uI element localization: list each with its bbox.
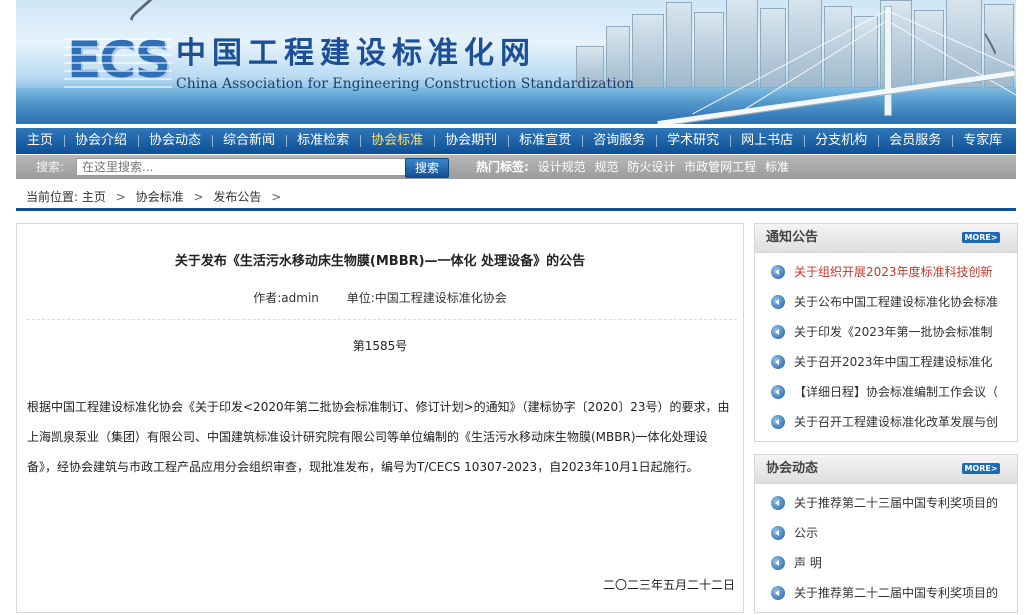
notice-item-text: 关于印发《2023年第一批协会标准制	[794, 325, 993, 339]
city-building	[788, 0, 822, 88]
article-meta: 作者:admin 单位:中国工程建设标准化协会	[17, 289, 743, 306]
notice-item[interactable]: 关于召开工程建设标准化改革发展与创	[755, 407, 1017, 437]
article-panel: 关于发布《生活污水移动床生物膜(MBBR)—一体化 处理设备》的公告 作者:ad…	[16, 223, 744, 613]
arrow-bullet-icon	[771, 355, 785, 369]
nav-item-standard-promotion[interactable]: 标准宣贯	[508, 128, 582, 154]
notice-item-text: 关于组织开展2023年度标准科技创新	[794, 265, 993, 279]
notice-item[interactable]: 关于召开2023年中国工程建设标准化	[755, 347, 1017, 377]
hot-tags-label: 热门标签:	[476, 160, 529, 174]
arrow-bullet-icon	[771, 526, 785, 540]
nav-item-member-services[interactable]: 会员服务	[878, 128, 952, 154]
nav-item-consulting[interactable]: 咨询服务	[582, 128, 656, 154]
news-item-text: 声 明	[794, 556, 822, 570]
ecs-logo: ECS	[60, 22, 176, 98]
nav-item-general-news[interactable]: 综合新闻	[212, 128, 286, 154]
arrow-bullet-icon	[771, 556, 785, 570]
search-bar: 搜索: 搜索 热门标签: 设计规范 规范 防火设计 市政管网工程 标准	[16, 155, 1016, 179]
hot-tag[interactable]: 市政管网工程	[684, 160, 756, 174]
hot-tag[interactable]: 设计规范	[538, 160, 586, 174]
article-author: 作者:admin	[253, 291, 319, 305]
city-building	[726, 0, 758, 88]
search-label: 搜索:	[36, 160, 65, 174]
news-item[interactable]: 声 明	[755, 548, 1017, 578]
notice-item-text: 【详细日程】协会标准编制工作会议（	[794, 385, 999, 399]
article-divider	[27, 319, 737, 320]
nav-item-assoc-standards[interactable]: 协会标准	[360, 128, 434, 154]
notice-item[interactable]: 关于公布中国工程建设标准化协会标准	[755, 287, 1017, 317]
notices-panel: 通知公告 MORE> 关于组织开展2023年度标准科技创新 关于公布中国工程建设…	[754, 223, 1018, 442]
nav-item-standard-search[interactable]: 标准检索	[286, 128, 360, 154]
news-item-text: 关于推荐第二十三届中国专利奖项目的	[794, 496, 999, 510]
site-name-en: China Association for Engineering Constr…	[176, 76, 635, 92]
news-item-text: 公示	[794, 526, 819, 540]
nav-item-experts[interactable]: 专家库	[952, 128, 1013, 154]
site-name-cn: 中国工程建设标准化网	[176, 36, 536, 71]
news-more-button[interactable]: MORE>	[962, 463, 1000, 474]
notice-item-text: 关于召开工程建设标准化改革发展与创	[794, 415, 999, 429]
breadcrumb-separator: >	[193, 190, 204, 204]
breadcrumb-separator: >	[115, 190, 126, 204]
notices-list: 关于组织开展2023年度标准科技创新 关于公布中国工程建设标准化协会标准 关于印…	[755, 253, 1017, 441]
news-item[interactable]: 关于推荐第二十三届中国专利奖项目的	[755, 488, 1017, 518]
breadcrumb-prefix: 当前位置:	[26, 190, 79, 204]
nav-item-research[interactable]: 学术研究	[656, 128, 730, 154]
hot-tag[interactable]: 标准	[765, 160, 789, 174]
main-nav: 主页 协会介绍 协会动态 综合新闻 标准检索 协会标准 协会期刊 标准宣贯 咨询…	[16, 128, 1016, 154]
notices-header: 通知公告 MORE>	[755, 224, 1017, 253]
breadcrumb-item-standards[interactable]: 协会标准	[136, 190, 184, 204]
bird-icon: 〵	[980, 34, 1003, 59]
search-input[interactable]	[76, 158, 408, 176]
breadcrumb: 当前位置: 主页 > 协会标准 > 发布公告 >	[26, 188, 287, 205]
arrow-bullet-icon	[771, 295, 785, 309]
news-list: 关于推荐第二十三届中国专利奖项目的 公示 声 明 关于推荐第二十二届中国专利奖项…	[755, 484, 1017, 608]
nav-item-home[interactable]: 主页	[16, 128, 64, 154]
arrow-bullet-icon	[771, 265, 785, 279]
arrow-bullet-icon	[771, 385, 785, 399]
news-item[interactable]: 公示	[755, 518, 1017, 548]
arrow-bullet-icon	[771, 415, 785, 429]
city-building	[694, 12, 724, 88]
city-building	[666, 2, 692, 88]
article-body: 根据中国工程建设标准化协会《关于印发<2020年第二批协会标准制订、修订计划>的…	[27, 400, 730, 474]
arrow-bullet-icon	[771, 496, 785, 510]
nav-item-journals[interactable]: 协会期刊	[434, 128, 508, 154]
news-title: 协会动态	[766, 461, 819, 476]
nav-item-assoc-news[interactable]: 协会动态	[138, 128, 212, 154]
hot-tag[interactable]: 防火设计	[627, 160, 675, 174]
arrow-bullet-icon	[771, 325, 785, 339]
breadcrumb-item-home[interactable]: 主页	[82, 190, 106, 204]
nav-item-branches[interactable]: 分支机构	[804, 128, 878, 154]
city-building	[914, 10, 944, 88]
article-title: 关于发布《生活污水移动床生物膜(MBBR)—一体化 处理设备》的公告	[174, 254, 586, 269]
article-date: 二〇二三年五月二十二日	[602, 578, 735, 592]
notice-item-text: 关于召开2023年中国工程建设标准化	[794, 355, 993, 369]
nav-item-bookstore[interactable]: 网上书店	[730, 128, 804, 154]
news-item-text: 关于推荐第二十二届中国专利奖项目的	[794, 586, 999, 600]
article-unit: 单位:中国工程建设标准化协会	[346, 291, 507, 305]
notice-item[interactable]: 关于印发《2023年第一批协会标准制	[755, 317, 1017, 347]
notice-item[interactable]: 关于组织开展2023年度标准科技创新	[755, 257, 1017, 287]
logo-letters: ECS	[67, 31, 171, 89]
city-building	[632, 14, 664, 88]
news-item[interactable]: 关于推荐第二十二届中国专利奖项目的	[755, 578, 1017, 608]
arrow-bullet-icon	[771, 586, 785, 600]
hot-tag[interactable]: 规范	[594, 160, 618, 174]
notices-title: 通知公告	[766, 230, 819, 245]
search-button[interactable]: 搜索	[405, 158, 449, 178]
header-banner: 〳 〵 ECS 中国工程建设标准化网 China Association for…	[16, 0, 1016, 124]
notice-item-text: 关于公布中国工程建设标准化协会标准	[794, 295, 999, 309]
hot-tags: 热门标签: 设计规范 规范 防火设计 市政管网工程 标准	[476, 155, 789, 179]
news-panel: 协会动态 MORE> 关于推荐第二十三届中国专利奖项目的 公示 声 明 关于推荐…	[754, 454, 1018, 613]
notice-item[interactable]: 【详细日程】协会标准编制工作会议（	[755, 377, 1017, 407]
city-building	[824, 6, 852, 88]
breadcrumb-divider	[16, 208, 1016, 211]
notices-more-button[interactable]: MORE>	[962, 232, 1000, 243]
nav-item-about[interactable]: 协会介绍	[64, 128, 138, 154]
breadcrumb-item-announcements[interactable]: 发布公告	[213, 190, 261, 204]
news-header: 协会动态 MORE>	[755, 455, 1017, 484]
announcement-number: 第1585号	[352, 339, 408, 353]
breadcrumb-separator: >	[271, 190, 282, 204]
